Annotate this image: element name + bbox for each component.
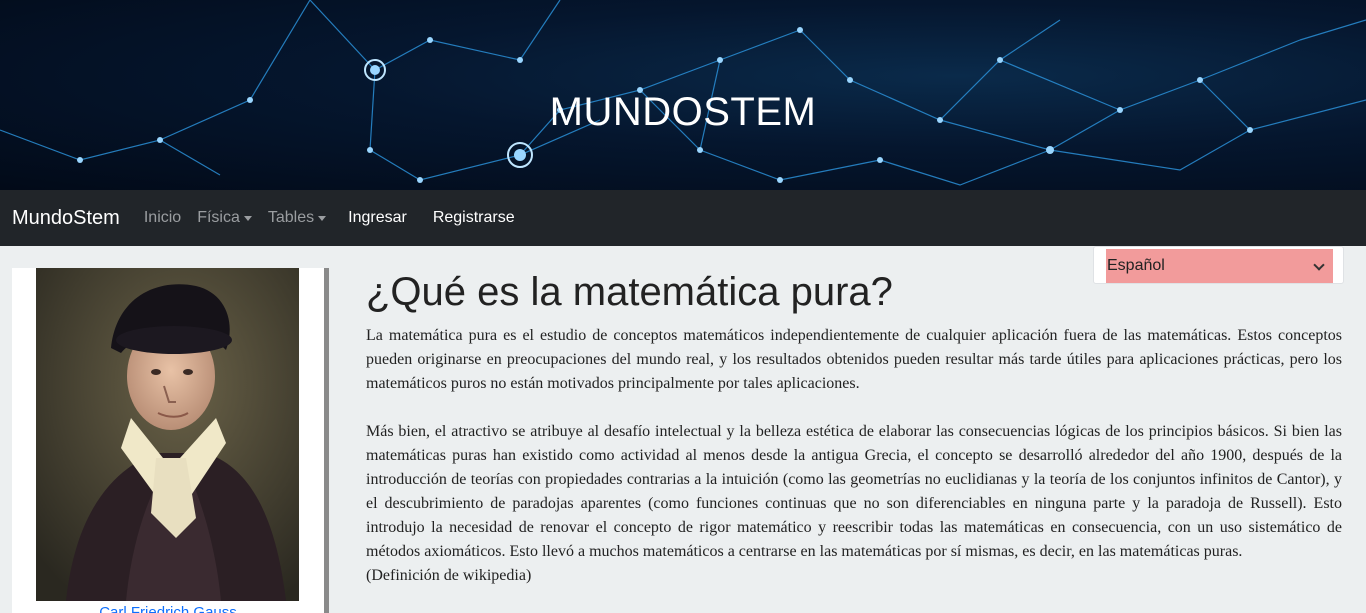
- paragraph-intro: La matemática pura es el estudio de conc…: [366, 327, 1342, 392]
- language-select-value: Español: [1107, 257, 1165, 274]
- gauss-portrait: [36, 268, 299, 601]
- navbar-brand[interactable]: MundoStem: [12, 207, 120, 230]
- language-select[interactable]: Español: [1106, 249, 1333, 283]
- nav-item-label: Física: [197, 209, 240, 226]
- paragraph-history: Más bien, el atractivo se atribuye al de…: [366, 423, 1342, 560]
- nav-item-label: Tables: [267, 209, 315, 226]
- sidebar-divider: [324, 268, 329, 613]
- sidebar-card: Carl Friedrich Gauss: [12, 268, 324, 613]
- language-select-container: Español: [1093, 246, 1344, 284]
- nav-item-fisica-dropdown[interactable]: Física: [197, 209, 252, 227]
- caret-down-icon: [243, 215, 252, 221]
- nav-item-label: Inicio: [143, 209, 182, 226]
- caret-down-icon: [318, 215, 327, 221]
- main-navbar: MundoStem Inicio Física Tables Ingresar …: [0, 190, 1366, 246]
- source-note: (Definición de wikipedia): [366, 567, 532, 584]
- site-title: MUNDOSTEM: [549, 90, 817, 134]
- portrait-caption-link[interactable]: Carl Friedrich Gauss: [12, 604, 324, 613]
- page-title: ¿Qué es la matemática pura?: [366, 270, 893, 314]
- hero-banner: MUNDOSTEM: [0, 0, 1366, 190]
- nav-item-inicio[interactable]: Inicio: [144, 209, 181, 227]
- register-link[interactable]: Registrarse: [433, 209, 515, 227]
- nav-item-tables-dropdown[interactable]: Tables: [267, 209, 327, 227]
- chevron-down-icon: [1313, 259, 1325, 271]
- login-link[interactable]: Ingresar: [348, 209, 407, 227]
